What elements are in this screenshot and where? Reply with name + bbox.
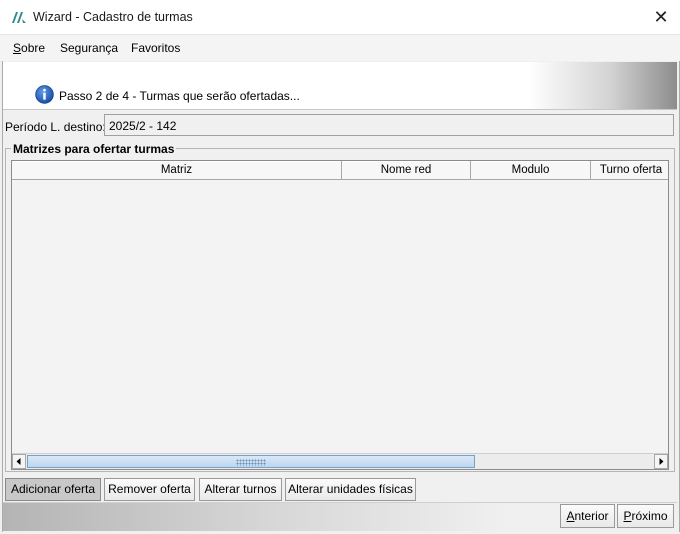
column-header-matriz[interactable]: Matriz: [12, 161, 342, 180]
horizontal-scrollbar[interactable]: [12, 453, 668, 469]
scrollbar-thumb[interactable]: [27, 455, 475, 468]
alterar-turnos-button[interactable]: Alterar turnos: [199, 478, 282, 501]
anterior-button[interactable]: Anterior: [560, 504, 615, 528]
menu-item-seguranca[interactable]: Segurança: [60, 41, 118, 55]
close-button[interactable]: ✕: [648, 6, 674, 28]
window-title: Wizard - Cadastro de turmas: [33, 10, 193, 24]
proximo-label: róximo: [631, 509, 668, 523]
arrow-left-icon: [16, 458, 21, 465]
menu-mnemonic: S: [13, 41, 22, 55]
anterior-mnemonic: A: [566, 509, 575, 523]
step-indicator: Passo 2 de 4 - Turmas que serão ofertada…: [59, 89, 300, 103]
scroll-left-button[interactable]: [12, 454, 26, 469]
arrow-right-icon: [659, 458, 664, 465]
scroll-right-button[interactable]: [654, 454, 668, 469]
proximo-mnemonic: P: [623, 509, 632, 523]
menu-item-favoritos[interactable]: Favoritos: [131, 41, 180, 55]
anterior-label: nterior: [574, 509, 609, 523]
grip-icon: [236, 459, 266, 466]
menu-item-label: obre: [21, 41, 46, 55]
app-logo-icon: [12, 12, 26, 23]
column-header-turno-oferta[interactable]: Turno oferta: [591, 161, 668, 180]
column-header-modulo[interactable]: Modulo: [471, 161, 591, 180]
periodo-label: Período L. destino:: [5, 120, 106, 134]
periodo-field[interactable]: 2025/2 - 142: [104, 114, 674, 136]
proximo-button[interactable]: Próximo: [617, 504, 674, 528]
column-header-nome-red[interactable]: Nome red: [342, 161, 471, 180]
remover-oferta-button[interactable]: Remover oferta: [104, 478, 195, 501]
matrizes-table[interactable]: Matriz Nome red Modulo Turno oferta: [11, 160, 669, 470]
group-title: Matrizes para ofertar turmas: [11, 142, 177, 156]
table-header: Matriz Nome red Modulo Turno oferta: [12, 161, 668, 181]
info-icon: [35, 85, 54, 104]
alterar-unidades-button[interactable]: Alterar unidades físicas: [285, 478, 416, 501]
close-icon: ✕: [653, 7, 669, 27]
adicionar-oferta-button[interactable]: Adicionar oferta: [5, 478, 101, 501]
menu-item-sobre[interactable]: Sobre: [13, 41, 45, 55]
